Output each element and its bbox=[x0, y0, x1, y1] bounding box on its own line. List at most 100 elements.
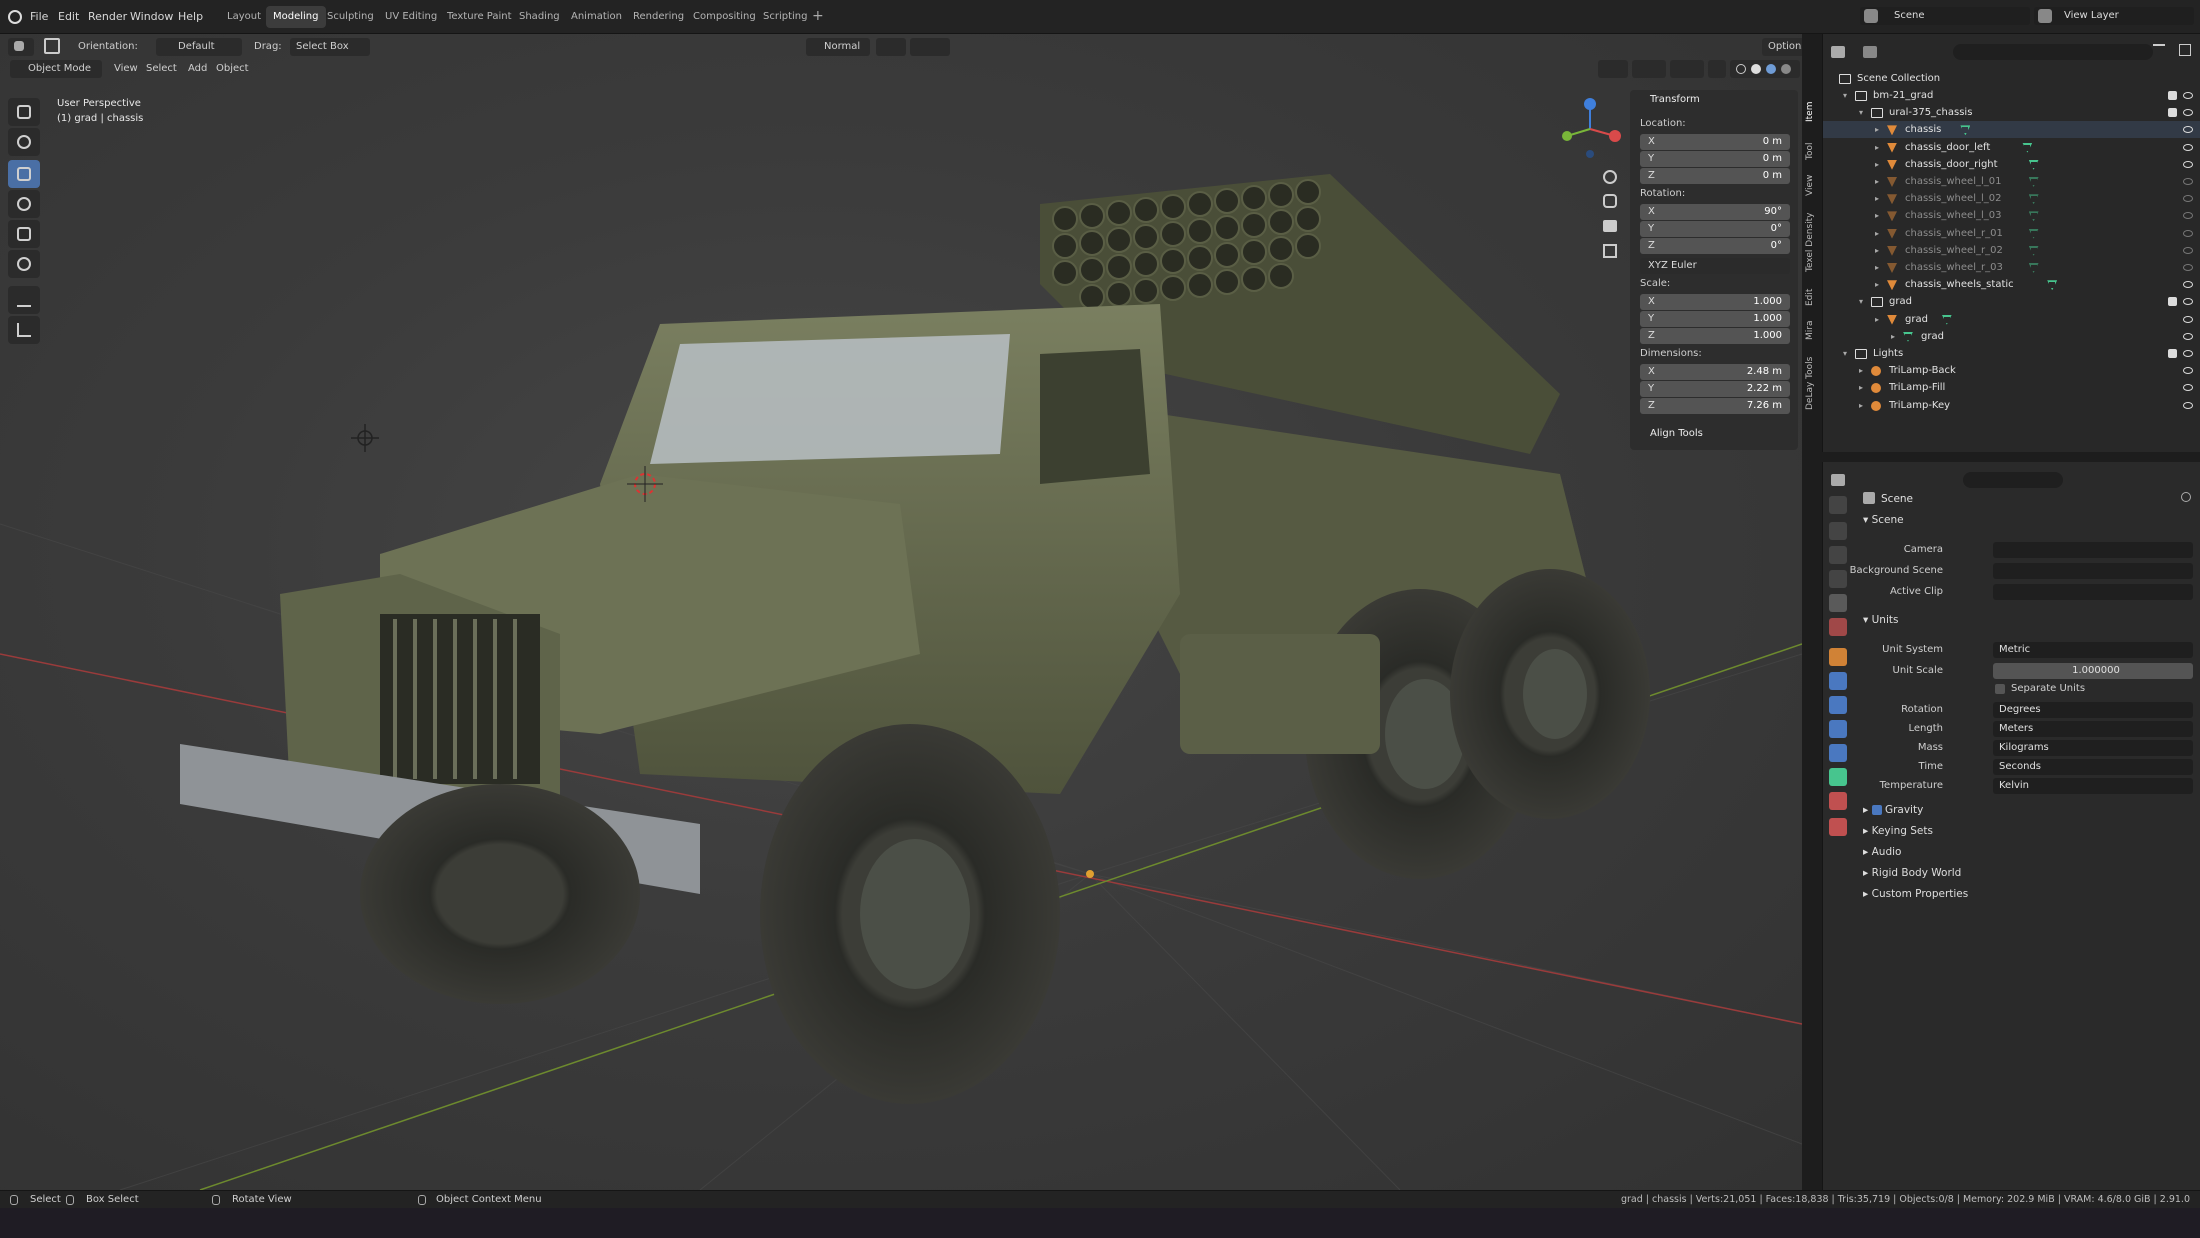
zoom-icon[interactable] bbox=[1603, 170, 1617, 184]
outliner-row[interactable]: ▸ TriLamp-Key bbox=[1823, 397, 2200, 414]
scale-y-field[interactable]: Y 1.000 bbox=[1640, 311, 1790, 327]
rotation-x-field[interactable]: X 90° bbox=[1640, 204, 1790, 220]
menu-add[interactable]: Add bbox=[188, 63, 207, 74]
filter-icon[interactable] bbox=[2153, 44, 2165, 56]
solid-shading-icon[interactable] bbox=[1751, 64, 1761, 74]
tab-uv-editing[interactable]: UV Editing bbox=[378, 6, 444, 28]
outliner-row[interactable]: ▾ Lights bbox=[1823, 345, 2200, 362]
transform-tool-icon[interactable] bbox=[44, 38, 60, 54]
expand-arrow-icon[interactable]: ▸ bbox=[1875, 207, 1879, 224]
active-clip-field[interactable] bbox=[1993, 584, 2193, 600]
visibility-eye-icon[interactable] bbox=[2183, 229, 2193, 237]
select-box-tool[interactable] bbox=[8, 98, 40, 126]
visibility-eye-icon[interactable] bbox=[2183, 281, 2193, 289]
properties-search-input[interactable] bbox=[1963, 472, 2063, 488]
scale-x-field[interactable]: X 1.000 bbox=[1640, 294, 1790, 310]
tab-mira[interactable]: Mira bbox=[1805, 316, 1817, 340]
tool-properties-icon[interactable] bbox=[1829, 496, 1847, 514]
tab-compositing[interactable]: Compositing bbox=[686, 6, 763, 28]
visibility-eye-icon[interactable] bbox=[2183, 332, 2193, 340]
outliner-root[interactable]: Scene Collection bbox=[1823, 70, 2200, 87]
scene-selector[interactable]: Scene bbox=[1860, 7, 2030, 25]
custom-properties-section-header[interactable]: ▸ Custom Properties bbox=[1863, 888, 1968, 900]
wireframe-shading-icon[interactable] bbox=[1736, 64, 1746, 74]
blender-logo-icon[interactable] bbox=[8, 10, 22, 24]
tab-layout[interactable]: Layout bbox=[220, 6, 268, 28]
expand-arrow-icon[interactable]: ▸ bbox=[1875, 139, 1879, 156]
material-shading-icon[interactable] bbox=[1766, 64, 1776, 74]
drag-dropdown[interactable]: Select Box bbox=[290, 38, 370, 56]
transform-tool[interactable] bbox=[8, 250, 40, 278]
tab-edit[interactable]: Edit bbox=[1805, 282, 1817, 306]
tab-delay-tools[interactable]: DeLay Tools bbox=[1805, 350, 1817, 410]
outliner-row[interactable]: ▸ chassis_wheel_r_01 bbox=[1823, 225, 2200, 242]
outliner-row[interactable]: ▸ TriLamp-Back bbox=[1823, 362, 2200, 379]
expand-arrow-icon[interactable]: ▸ bbox=[1859, 362, 1863, 379]
time-units-dropdown[interactable]: Seconds bbox=[1993, 759, 2193, 775]
tab-scripting[interactable]: Scripting bbox=[756, 6, 814, 28]
ortho-grid-icon[interactable] bbox=[1603, 244, 1617, 258]
xray-toggle-button[interactable] bbox=[1708, 60, 1726, 78]
gravity-section-header[interactable]: ▸ Gravity bbox=[1863, 804, 1923, 816]
visibility-eye-icon[interactable] bbox=[2183, 315, 2193, 323]
units-section-header[interactable]: ▾ Units bbox=[1863, 614, 1898, 626]
outliner-row[interactable]: ▾ bm-21_grad bbox=[1823, 87, 2200, 104]
menu-edit[interactable]: Edit bbox=[58, 10, 79, 23]
pivot-dropdown[interactable]: Normal bbox=[806, 38, 870, 56]
exclude-checkbox[interactable] bbox=[2168, 297, 2177, 307]
expand-arrow-icon[interactable]: ▸ bbox=[1875, 121, 1879, 138]
visibility-eye-icon[interactable] bbox=[2183, 350, 2193, 357]
rotation-z-field[interactable]: Z 0° bbox=[1640, 238, 1790, 254]
expand-arrow-icon[interactable]: ▸ bbox=[1859, 397, 1863, 414]
world-properties-icon[interactable] bbox=[1829, 618, 1847, 636]
tab-sculpting[interactable]: Sculpting bbox=[320, 6, 381, 28]
shading-mode-buttons[interactable] bbox=[1730, 60, 1800, 78]
outliner-row[interactable]: ▸ chassis bbox=[1823, 121, 2200, 139]
keying-sets-section-header[interactable]: ▸ Keying Sets bbox=[1863, 825, 1933, 837]
menu-object[interactable]: Object bbox=[216, 63, 249, 74]
outliner-row[interactable]: ▸ chassis_wheel_r_02 bbox=[1823, 242, 2200, 259]
proportional-edit-button[interactable] bbox=[910, 38, 950, 56]
expand-arrow-icon[interactable]: ▸ bbox=[1875, 242, 1879, 259]
audio-section-header[interactable]: ▸ Audio bbox=[1863, 846, 1901, 858]
rigid-body-world-section-header[interactable]: ▸ Rigid Body World bbox=[1863, 867, 1961, 879]
expand-arrow-icon[interactable]: ▾ bbox=[1859, 293, 1863, 310]
pan-hand-icon[interactable] bbox=[1603, 194, 1617, 208]
mode-dropdown[interactable]: Object Mode bbox=[10, 60, 102, 78]
visibility-eye-icon[interactable] bbox=[2183, 195, 2193, 203]
rendered-shading-icon[interactable] bbox=[1781, 64, 1791, 74]
visibility-eye-icon[interactable] bbox=[2183, 401, 2193, 409]
rotation-units-dropdown[interactable]: Degrees bbox=[1993, 702, 2193, 718]
outliner-row[interactable]: ▸ TriLamp-Fill bbox=[1823, 379, 2200, 396]
3d-viewport[interactable]: Orientation: Default Drag: Select Box No… bbox=[0, 34, 1802, 1190]
expand-arrow-icon[interactable]: ▸ bbox=[1875, 276, 1879, 293]
properties-editor-icon[interactable] bbox=[1831, 474, 1845, 486]
menu-select[interactable]: Select bbox=[146, 63, 177, 74]
pin-icon[interactable] bbox=[2181, 492, 2191, 502]
unit-scale-field[interactable]: 1.000000 bbox=[1993, 663, 2193, 679]
menu-window[interactable]: Window bbox=[130, 10, 173, 23]
tab-shading[interactable]: Shading bbox=[512, 6, 567, 28]
visibility-eye-icon[interactable] bbox=[2183, 126, 2193, 134]
orientation-dropdown[interactable]: Default bbox=[156, 38, 242, 56]
expand-arrow-icon[interactable]: ▸ bbox=[1859, 379, 1863, 396]
menu-view[interactable]: View bbox=[114, 63, 138, 74]
menu-render[interactable]: Render bbox=[88, 10, 127, 23]
expand-arrow-icon[interactable]: ▸ bbox=[1891, 328, 1895, 345]
snap-button[interactable] bbox=[876, 38, 906, 56]
expand-arrow-icon[interactable]: ▸ bbox=[1875, 259, 1879, 276]
add-workspace-icon[interactable]: + bbox=[812, 8, 824, 24]
dimension-z-field[interactable]: Z 7.26 m bbox=[1640, 398, 1790, 414]
visibility-eye-icon[interactable] bbox=[2183, 246, 2193, 254]
align-tools-panel-title[interactable]: Align Tools bbox=[1650, 428, 1703, 439]
display-mode-icon[interactable] bbox=[1863, 46, 1877, 58]
dimension-x-field[interactable]: X 2.48 m bbox=[1640, 364, 1790, 380]
location-y-field[interactable]: Y0 m bbox=[1640, 151, 1790, 167]
visibility-eye-icon[interactable] bbox=[2183, 264, 2193, 271]
visibility-eye-icon[interactable] bbox=[2183, 384, 2193, 392]
expand-arrow-icon[interactable]: ▸ bbox=[1875, 225, 1879, 242]
menu-file[interactable]: File bbox=[30, 10, 48, 23]
tab-animation[interactable]: Animation bbox=[564, 6, 629, 28]
outliner-row[interactable]: ▸ chassis_wheel_l_02 bbox=[1823, 190, 2200, 207]
tab-item[interactable]: Item bbox=[1805, 96, 1817, 123]
